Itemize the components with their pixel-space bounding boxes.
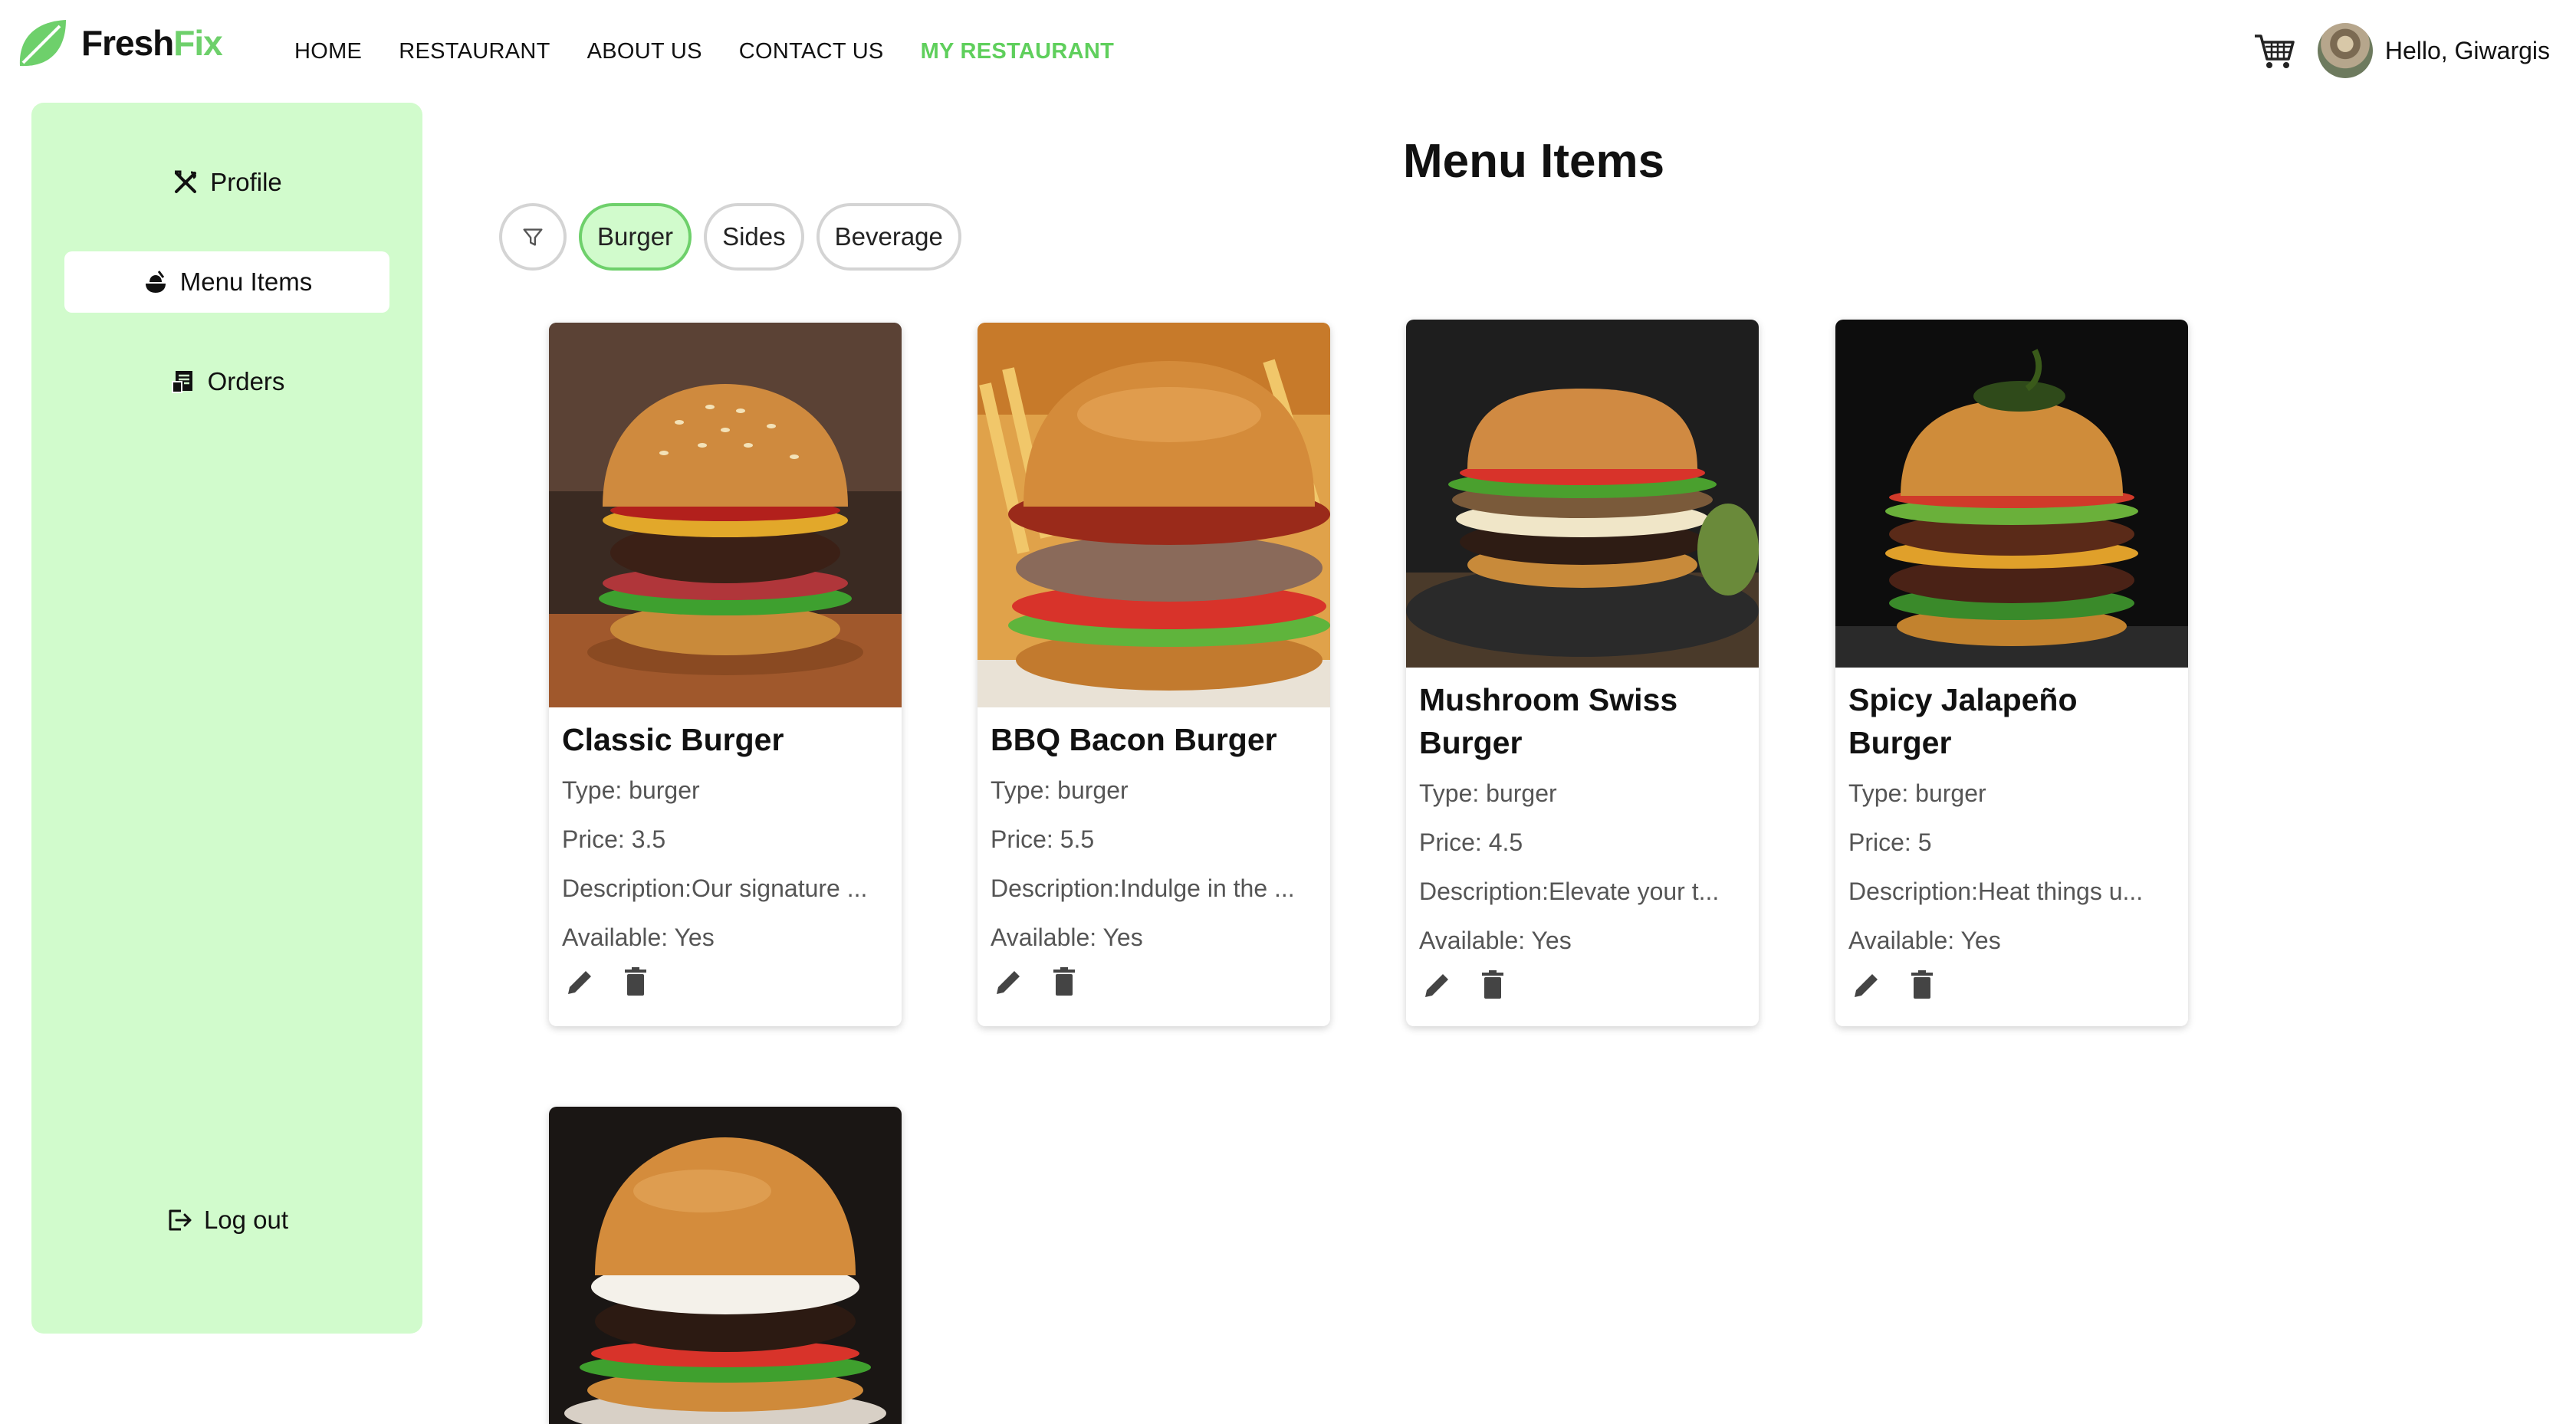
item-price: Price: 5 xyxy=(1848,828,1932,856)
item-description: Description:Our signature ... xyxy=(562,874,868,902)
user-area: Hello, Giwargis xyxy=(2252,23,2550,78)
edit-pencil-icon[interactable] xyxy=(1419,966,1456,1003)
top-navbar: FreshFix HOME RESTAURANT ABOUT US CONTAC… xyxy=(0,0,2576,100)
filter-bar: Burger Sides Beverage xyxy=(499,203,961,271)
logout-label: Log out xyxy=(203,1206,289,1234)
delete-trash-icon[interactable] xyxy=(1474,966,1511,1003)
user-greeting: Hello, Giwargis xyxy=(2384,36,2550,64)
item-description: Description:Elevate your t... xyxy=(1419,878,1720,905)
menu-item-card: Spicy Jalapeño Burger Type: burger Price… xyxy=(1835,320,2188,1026)
menu-item-card: Classic Burger Type: burger Price: 3.5 D… xyxy=(549,323,902,1026)
filter-chip-burger[interactable]: Burger xyxy=(579,203,692,271)
sidebar-item-profile[interactable]: Profile xyxy=(64,152,389,213)
logout-icon xyxy=(166,1206,193,1234)
edit-pencil-icon[interactable] xyxy=(991,963,1027,1000)
mushroom-swiss-burger-image xyxy=(1406,320,1759,668)
item-name: Spicy Jalapeño Burger xyxy=(1848,682,2078,760)
delete-trash-icon[interactable] xyxy=(617,963,654,1000)
classic-burger-image xyxy=(549,323,902,707)
menu-item-card xyxy=(549,1107,902,1424)
spicy-jalapeno-burger-image xyxy=(1835,320,2188,668)
filter-icon xyxy=(523,228,543,246)
filter-chip-beverage[interactable]: Beverage xyxy=(816,203,961,271)
item-availability: Available: Yes xyxy=(991,924,1143,951)
item-name: Mushroom Swiss Burger xyxy=(1419,682,1678,760)
menu-item-card: Mushroom Swiss Burger Type: burger Price… xyxy=(1406,320,1759,1026)
sidebar-item-label: Profile xyxy=(210,168,282,196)
nav-contact-link[interactable]: CONTACT US xyxy=(739,39,884,64)
menu-item-card: BBQ Bacon Burger Type: burger Price: 5.5… xyxy=(978,323,1330,1026)
item-description: Description:Indulge in the ... xyxy=(991,874,1295,902)
brand-name-part2: Fix xyxy=(173,23,222,63)
receipt-icon xyxy=(169,368,197,395)
item-availability: Available: Yes xyxy=(1848,927,2001,954)
sidebar-item-label: Orders xyxy=(207,367,285,395)
nav-about-link[interactable]: ABOUT US xyxy=(587,39,702,64)
nav-my-restaurant-link[interactable]: MY RESTAURANT xyxy=(921,39,1115,64)
bbq-bacon-burger-image xyxy=(978,323,1330,707)
delete-trash-icon[interactable] xyxy=(1904,966,1940,1003)
burger-image xyxy=(549,1107,902,1424)
item-price: Price: 3.5 xyxy=(562,825,666,853)
sidebar-item-menu-items[interactable]: Menu Items xyxy=(64,251,389,313)
brand-name: FreshFix xyxy=(81,22,223,64)
logout-button[interactable]: Log out xyxy=(64,1189,389,1251)
sidebar-item-orders[interactable]: Orders xyxy=(64,351,389,412)
user-avatar[interactable] xyxy=(2317,23,2373,78)
food-icon xyxy=(142,268,169,296)
filter-chip-sides[interactable]: Sides xyxy=(704,203,804,271)
item-type: Type: burger xyxy=(991,776,1129,804)
item-availability: Available: Yes xyxy=(1419,927,1572,954)
nav-restaurant-link[interactable]: RESTAURANT xyxy=(399,39,550,64)
sidebar-item-label: Menu Items xyxy=(179,267,313,296)
nav-home-link[interactable]: HOME xyxy=(294,39,362,64)
utensils-cross-icon xyxy=(172,169,199,196)
item-type: Type: burger xyxy=(1848,779,1986,807)
item-name: Classic Burger xyxy=(562,722,784,757)
cart-icon[interactable] xyxy=(2252,28,2296,73)
item-description: Description:Heat things u... xyxy=(1848,878,2144,905)
item-price: Price: 4.5 xyxy=(1419,828,1523,856)
leaf-logo-icon xyxy=(19,20,66,67)
brand-name-part1: Fresh xyxy=(81,23,174,63)
sidebar: Profile Menu Items Orders Log out xyxy=(31,103,422,1334)
filter-toggle-button[interactable] xyxy=(499,203,567,271)
item-type: Type: burger xyxy=(1419,779,1557,807)
item-price: Price: 5.5 xyxy=(991,825,1095,853)
item-type: Type: burger xyxy=(562,776,700,804)
brand-logo[interactable]: FreshFix xyxy=(15,14,223,72)
page-title: Menu Items xyxy=(1403,135,1665,188)
item-availability: Available: Yes xyxy=(562,924,715,951)
item-name: BBQ Bacon Burger xyxy=(991,722,1277,757)
edit-pencil-icon[interactable] xyxy=(562,963,599,1000)
edit-pencil-icon[interactable] xyxy=(1848,966,1885,1003)
main-nav: HOME RESTAURANT ABOUT US CONTACT US MY R… xyxy=(294,39,1114,64)
delete-trash-icon[interactable] xyxy=(1046,963,1083,1000)
